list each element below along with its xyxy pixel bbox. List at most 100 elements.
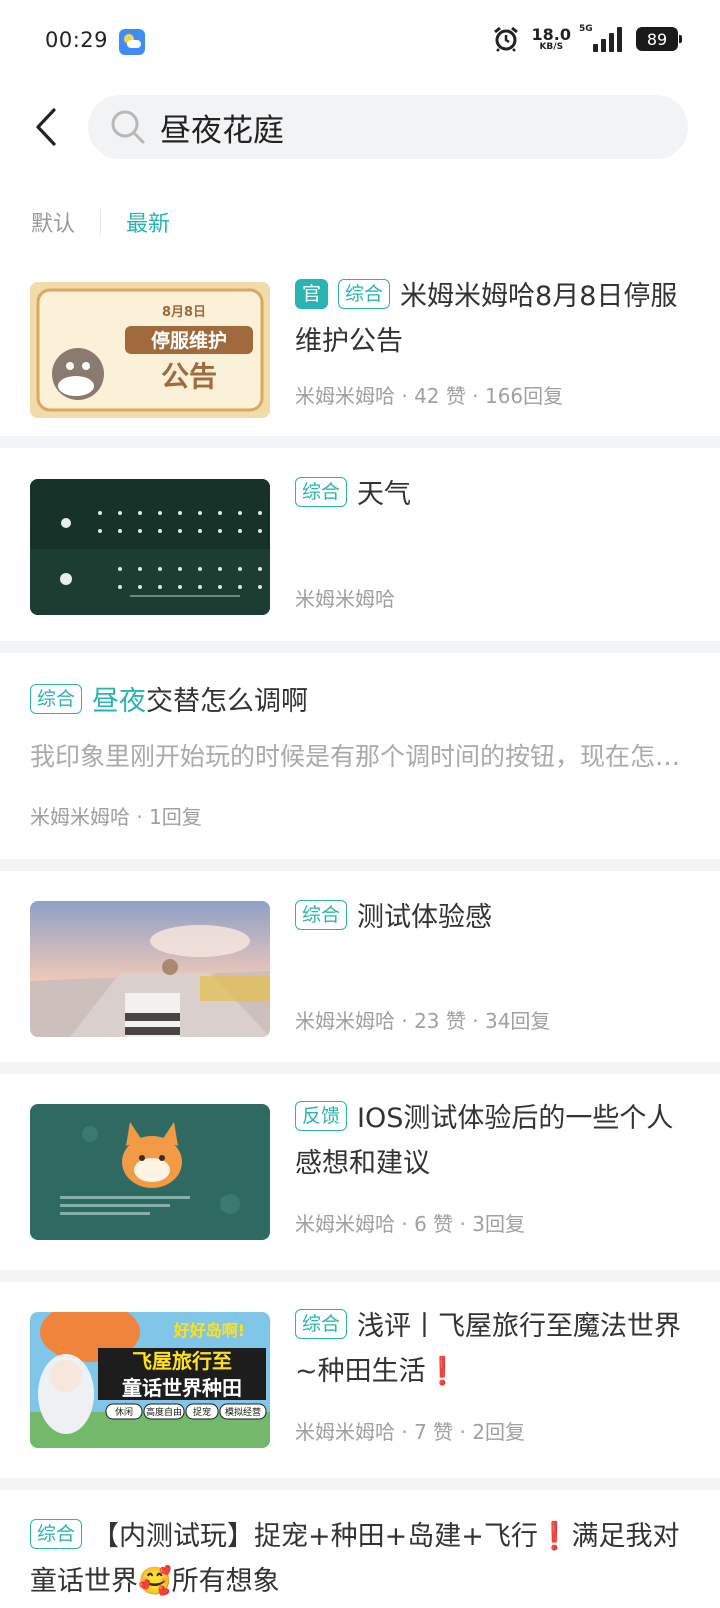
post-likes: 7 赞 <box>414 1420 454 1444</box>
post-author: 米姆米姆哈 <box>30 805 130 829</box>
exclamation-mark: ❗ <box>425 1356 460 1387</box>
thumb-date-text: 8月8日 <box>162 305 206 320</box>
post-author: 米姆米姆哈 <box>295 384 395 408</box>
post-thumbnail <box>30 901 270 1037</box>
official-tag: 官 <box>295 279 329 309</box>
clock: 00:29 <box>45 28 109 52</box>
post-excerpt: 我印象里刚开始玩的时候是有那个调时间的按钮，现在怎么找不到了呢 <box>30 742 690 771</box>
game-screenshot-image <box>30 901 270 1037</box>
tab-latest[interactable]: 最新 <box>126 206 170 238</box>
tab-default[interactable]: 默认 <box>31 206 75 238</box>
post-replies: 2回复 <box>472 1420 525 1444</box>
post-likes: 42 赞 <box>414 384 466 408</box>
post-likes: 6 赞 <box>414 1212 454 1236</box>
sort-tabs: 默认 最新 <box>31 206 170 238</box>
post-title-text: 浅评丨飞屋旅行至魔法世界~种田生活 <box>295 1311 682 1387</box>
announcement-banner-image: 8月8日 停服维护 公告 <box>30 282 270 418</box>
thumb-chip-text: 捉宠 <box>193 1406 211 1418</box>
network-speed: 18.0 KB/S <box>531 24 571 52</box>
post-likes: 23 赞 <box>414 1009 466 1033</box>
list-item[interactable]: 综合 【内测试玩】捉宠+种田+岛建+飞行❗满足我对童话世界🥰所有想象 <box>0 1490 720 1608</box>
post-replies: 3回复 <box>472 1212 525 1236</box>
post-meta: 米姆米姆哈 · 6 赞 · 3回复 <box>295 1212 525 1236</box>
network-speed-value: 18.0 <box>531 24 571 44</box>
post-thumbnail: 好好岛啊! 飞屋旅行至 童话世界种田 休闲 高度自由 捉宠 模拟经营 <box>30 1312 270 1448</box>
post-list: 8月8日 停服维护 公告 官综合 米姆米姆哈8月8日停服维护公告 米姆米姆哈 · … <box>0 262 720 1608</box>
post-thumbnail <box>30 479 270 615</box>
battery-level: 89 <box>646 29 668 49</box>
post-title-text: 【内测试玩】捉宠+种田+岛建+飞行 <box>92 1521 538 1552</box>
search-icon <box>111 110 145 144</box>
thumb-chip-text: 高度自由 <box>146 1406 182 1418</box>
post-title-text-end: 所有想象 <box>171 1566 280 1597</box>
post-author: 米姆米姆哈 <box>295 1420 395 1444</box>
post-title-text: 交替怎么调啊 <box>146 686 309 717</box>
category-tag: 综合 <box>295 1309 348 1339</box>
search-match-highlight: 昼夜 <box>92 686 147 717</box>
list-divider <box>0 1478 720 1490</box>
list-divider <box>0 641 720 653</box>
post-title: 反馈 IOS测试体验后的一些个人感想和建议 <box>295 1096 690 1186</box>
pet-character-image <box>30 1104 270 1240</box>
post-title: 综合 浅评丨飞屋旅行至魔法世界~种田生活❗ <box>295 1304 690 1394</box>
post-title: 综合 昼夜交替怎么调啊 <box>30 679 308 724</box>
list-item[interactable]: 综合昼夜交替怎么调啊 我印象里刚开始玩的时候是有那个调时间的按钮，现在怎么找不到… <box>0 653 720 859</box>
post-title: 综合 天气 <box>295 472 690 517</box>
post-title: 综合 测试体验感 <box>295 895 690 940</box>
post-thumbnail: 8月8日 停服维护 公告 <box>30 282 270 418</box>
post-title-text: 天气 <box>357 479 412 510</box>
chevron-left-icon <box>36 108 56 146</box>
list-divider <box>0 1062 720 1074</box>
category-tag: 综合 <box>30 1519 83 1549</box>
list-item[interactable]: 好好岛啊! 飞屋旅行至 童话世界种田 休闲 高度自由 捉宠 模拟经营 综合 浅评丨… <box>0 1282 720 1478</box>
search-bar[interactable] <box>88 95 688 159</box>
post-meta: 米姆米姆哈 · 23 赞 · 34回复 <box>295 1009 551 1033</box>
thumb-chip-text: 模拟经营 <box>225 1406 261 1418</box>
post-meta: 米姆米姆哈 · 42 赞 · 166回复 <box>295 384 564 408</box>
thumb-catch-text: 好好岛啊! <box>173 1321 245 1340</box>
network-type: 5G <box>579 24 593 34</box>
battery-icon: 89 <box>636 27 682 51</box>
category-tag: 综合 <box>295 477 348 507</box>
tab-divider <box>100 209 102 235</box>
post-replies: 34回复 <box>484 1009 551 1033</box>
thumb-heading-text: 飞屋旅行至 <box>132 1349 232 1373</box>
list-item[interactable]: 8月8日 停服维护 公告 官综合 米姆米姆哈8月8日停服维护公告 米姆米姆哈 · … <box>0 262 720 436</box>
list-divider <box>0 859 720 871</box>
post-author: 米姆米姆哈 <box>295 1009 395 1033</box>
weather-forecast-image <box>30 479 270 615</box>
list-item[interactable]: 综合 天气 米姆米姆哈 <box>0 448 720 641</box>
network-speed-unit: KB/S <box>539 41 564 52</box>
category-tag: 综合 <box>30 684 83 714</box>
post-title-text: IOS测试体验后的一些个人感想和建议 <box>295 1103 674 1179</box>
post-meta: 米姆米姆哈 <box>295 583 395 612</box>
thumb-chip-text: 休闲 <box>115 1406 133 1418</box>
post-thumbnail <box>30 1104 270 1240</box>
post-replies: 1回复 <box>149 805 202 829</box>
list-item[interactable]: 反馈 IOS测试体验后的一些个人感想和建议 米姆米姆哈 · 6 赞 · 3回复 <box>0 1074 720 1270</box>
alarm-clock-icon <box>493 26 518 52</box>
thumb-notice-text: 公告 <box>161 360 217 393</box>
search-input[interactable] <box>160 109 640 145</box>
post-title: 官综合 米姆米姆哈8月8日停服维护公告 <box>295 274 690 364</box>
list-divider <box>0 436 720 448</box>
thumb-subheading-text: 童话世界种田 <box>122 1376 242 1400</box>
list-item[interactable]: 综合 测试体验感 米姆米姆哈 · 23 赞 · 34回复 <box>0 871 720 1062</box>
weather-app-icon <box>119 29 145 55</box>
list-divider <box>0 1270 720 1282</box>
back-button[interactable] <box>24 102 68 152</box>
post-author: 米姆米姆哈 <box>295 1212 395 1236</box>
status-bar: 00:29 18.0 KB/S 5G 89 <box>0 0 720 84</box>
post-meta: 米姆米姆哈 · 1回复 <box>30 805 202 829</box>
review-cover-image: 好好岛啊! 飞屋旅行至 童话世界种田 休闲 高度自由 捉宠 模拟经营 <box>30 1312 270 1448</box>
category-tag: 反馈 <box>295 1101 348 1131</box>
post-author: 米姆米姆哈 <box>295 587 395 611</box>
exclamation-mark: ❗ <box>537 1521 572 1552</box>
smiling-face-emoji: 🥰 <box>138 1566 172 1597</box>
post-title: 综合 【内测试玩】捉宠+种田+岛建+飞行❗满足我对童话世界🥰所有想象 <box>30 1514 690 1604</box>
post-replies: 166回复 <box>484 384 564 408</box>
thumb-heading-text: 停服维护 <box>151 329 227 352</box>
category-tag: 综合 <box>295 900 348 930</box>
category-tag: 综合 <box>338 279 391 309</box>
post-meta: 米姆米姆哈 · 7 赞 · 2回复 <box>295 1420 525 1444</box>
